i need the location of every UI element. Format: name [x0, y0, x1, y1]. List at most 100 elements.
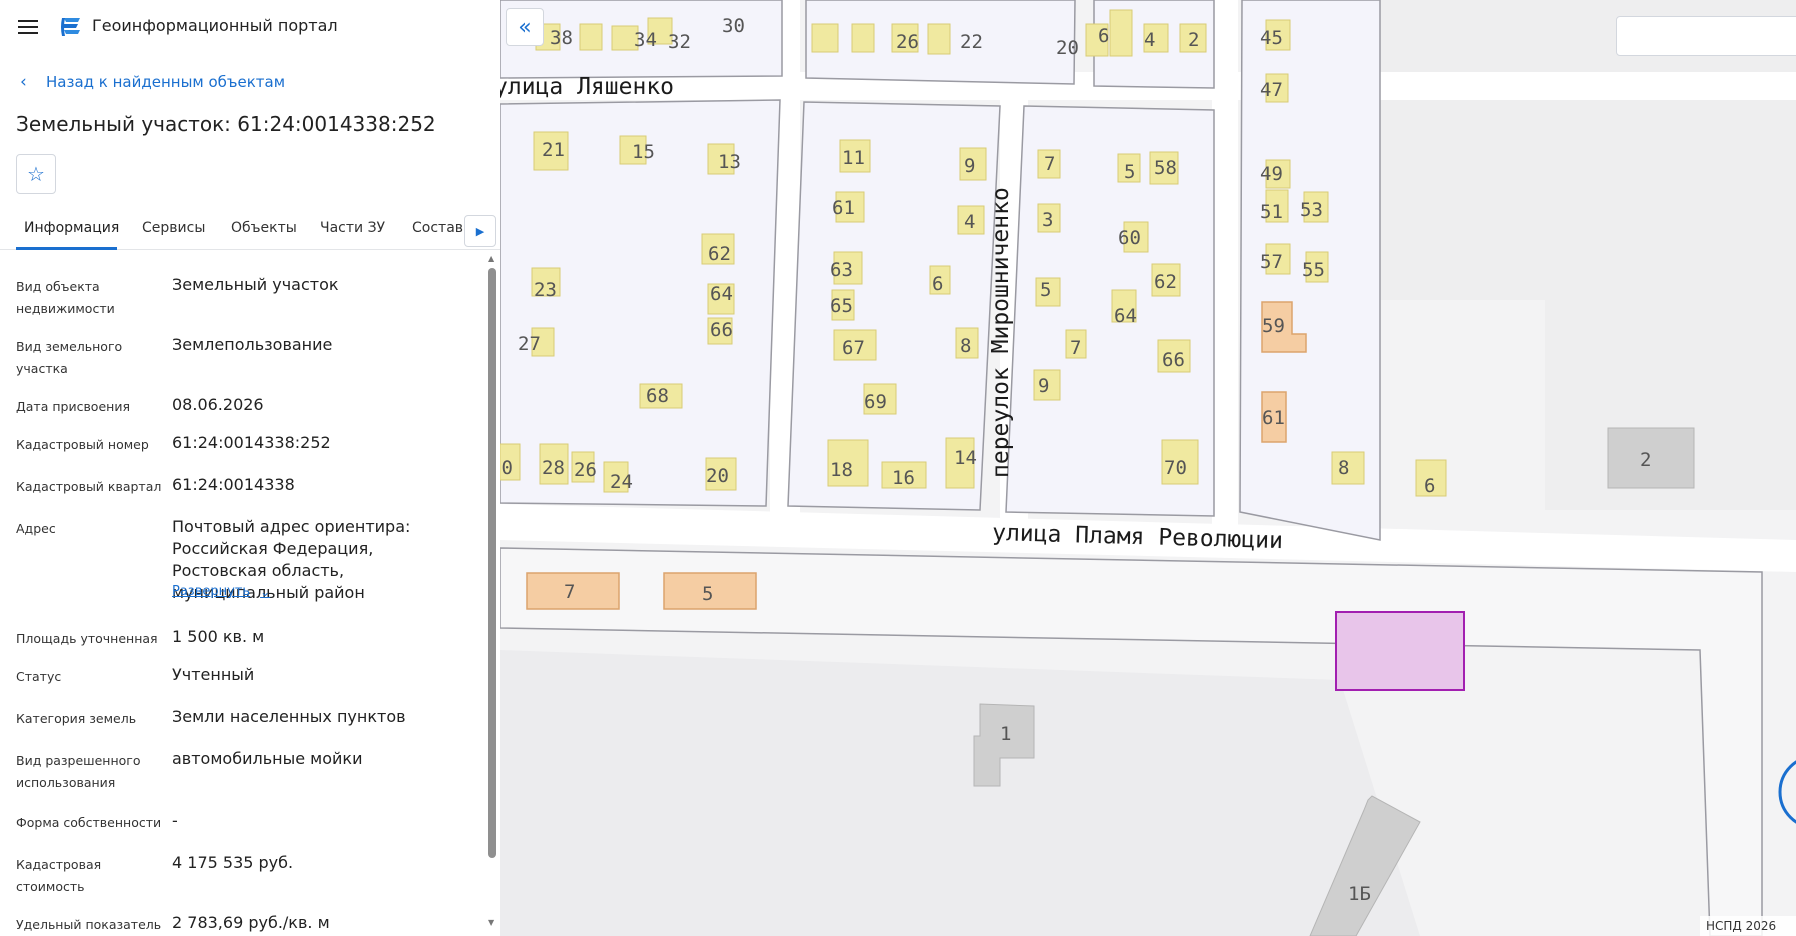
attr-label: Вид земельного участка — [16, 339, 123, 376]
attr-label: Площадь уточненная — [16, 631, 158, 646]
house-number: 27 — [518, 333, 541, 355]
house-number: 49 — [1260, 163, 1283, 185]
house-number: 62 — [708, 243, 731, 265]
house-number: 57 — [1260, 251, 1283, 273]
scroll-up-arrow-icon[interactable]: ▲ — [488, 254, 494, 263]
attr-value: 61:24:0014338:252 — [172, 433, 331, 452]
tab-composition[interactable]: Состав — [412, 220, 463, 236]
attr-value: 61:24:0014338 — [172, 475, 295, 494]
back-link-label: Назад к найденным объектам — [46, 73, 286, 91]
double-chevron-left-icon: « — [518, 14, 532, 40]
house-number: 23 — [534, 279, 557, 301]
map-search-input[interactable] — [1616, 16, 1796, 56]
caret-right-icon: ▶ — [475, 224, 485, 238]
house-number: 11 — [842, 147, 865, 169]
house-number: 15 — [632, 141, 655, 163]
house-number: 20 — [1056, 37, 1079, 59]
house-number: 32 — [668, 31, 691, 53]
favorite-button[interactable]: ☆ — [16, 154, 56, 194]
house-number: 1 — [1000, 723, 1011, 745]
tabs-scroll-right-button[interactable]: ▶ — [464, 215, 496, 247]
house-number: 65 — [830, 295, 853, 317]
house-number: 61 — [1262, 407, 1285, 429]
house-number: 7 — [564, 581, 575, 603]
scrollbar-thumb[interactable] — [488, 268, 496, 858]
house-number: 7 — [1044, 153, 1055, 175]
attr-label: Кадастровый квартал — [16, 479, 162, 494]
tab-objects[interactable]: Объекты — [231, 220, 297, 236]
expand-label: Развернуть — [172, 584, 251, 599]
house-number: 20 — [706, 465, 729, 487]
chevron-left-icon: ‹ — [20, 72, 27, 92]
info-sidebar: Геоинформационный портал ‹ Назад к найде… — [0, 0, 500, 936]
house-number: 9 — [1038, 375, 1049, 397]
portal-title: Геоинформационный портал — [92, 16, 338, 35]
attr-label: Вид разрешенного использования — [16, 753, 141, 790]
tab-information[interactable]: Информация — [24, 220, 119, 236]
attr-label: Категория земель — [16, 711, 137, 726]
house-number: 63 — [830, 259, 853, 281]
expand-address-link[interactable]: Развернуть ⌄ — [172, 584, 270, 599]
house-number: 64 — [710, 283, 733, 305]
house-number: 60 — [1118, 227, 1141, 249]
house-number: 47 — [1260, 79, 1283, 101]
open-ground-area — [500, 650, 1420, 936]
house-number: 58 — [1154, 157, 1177, 179]
house-number: 30 — [500, 457, 513, 479]
attr-value: 4 175 535 руб. — [172, 853, 294, 872]
attr-value: Земли населенных пунктов — [172, 707, 406, 726]
house-number: 26 — [896, 31, 919, 53]
active-tab-indicator — [16, 247, 117, 250]
map-viewport[interactable]: улица Ляшенко переулок Мирошниченко улиц… — [500, 0, 1796, 936]
street-label-miroshnichenko: переулок Мирошниченко — [988, 187, 1014, 478]
attribute-list: Вид объекта недвижимости Земельный участ… — [0, 252, 486, 936]
attr-label: Кадастровая стоимость — [16, 857, 102, 894]
house-number: 3 — [1042, 209, 1053, 231]
house-number: 61 — [832, 197, 855, 219]
house-number: 1Б — [1348, 883, 1371, 905]
house-number: 4 — [1144, 29, 1155, 51]
house-number: 69 — [864, 391, 887, 413]
attr-label: Вид объекта недвижимости — [16, 279, 115, 316]
house-number: 2 — [1188, 29, 1199, 51]
road-segment — [1212, 0, 1238, 540]
sidebar-scrollbar[interactable]: ▲ ▼ — [486, 252, 498, 936]
star-icon: ☆ — [27, 162, 45, 186]
house-number: 26 — [574, 459, 597, 481]
tab-services[interactable]: Сервисы — [142, 220, 205, 236]
house-number: 28 — [542, 457, 565, 479]
house-number: 34 — [634, 29, 657, 51]
attr-label: Адрес — [16, 521, 56, 536]
house-number: 5 — [1124, 161, 1135, 183]
street-label-lyashenko: улица Ляшенко — [500, 74, 674, 100]
house-number: 30 — [722, 15, 745, 37]
map-copyright: НСПД 2026 © — [1700, 916, 1796, 936]
portal-logo-icon — [61, 18, 80, 36]
house-number: 8 — [1338, 457, 1349, 479]
house-number: 24 — [610, 471, 633, 493]
collapse-sidebar-button[interactable]: « — [506, 8, 544, 46]
house-number: 45 — [1260, 27, 1283, 49]
house-number: 51 — [1260, 201, 1283, 223]
house-number: 4 — [964, 211, 975, 233]
house-number: 13 — [718, 151, 741, 173]
house-number: 64 — [1114, 305, 1137, 327]
attr-value: 1 500 кв. м — [172, 627, 265, 646]
tab-parcel-parts[interactable]: Части ЗУ — [320, 220, 385, 236]
house-number: 6 — [932, 273, 943, 295]
house-number: 5 — [702, 583, 713, 605]
house-number: 68 — [646, 385, 669, 407]
attr-value: автомобильные мойки — [172, 749, 363, 768]
chevron-down-icon: ⌄ — [260, 584, 271, 599]
page-title: Земельный участок: 61:24:0014338:252 — [16, 112, 436, 136]
top-bar: Геоинформационный портал — [0, 0, 500, 54]
map-canvas[interactable]: улица Ляшенко переулок Мирошниченко улиц… — [500, 0, 1796, 936]
house-number: 66 — [1162, 349, 1185, 371]
hamburger-icon[interactable] — [14, 16, 42, 38]
selected-parcel[interactable] — [1335, 611, 1465, 691]
back-to-results-link[interactable]: ‹ Назад к найденным объектам — [20, 72, 285, 92]
house-number: 66 — [710, 319, 733, 341]
house-number: 55 — [1302, 259, 1325, 281]
scroll-down-arrow-icon[interactable]: ▼ — [488, 918, 494, 927]
house-number: 18 — [830, 459, 853, 481]
